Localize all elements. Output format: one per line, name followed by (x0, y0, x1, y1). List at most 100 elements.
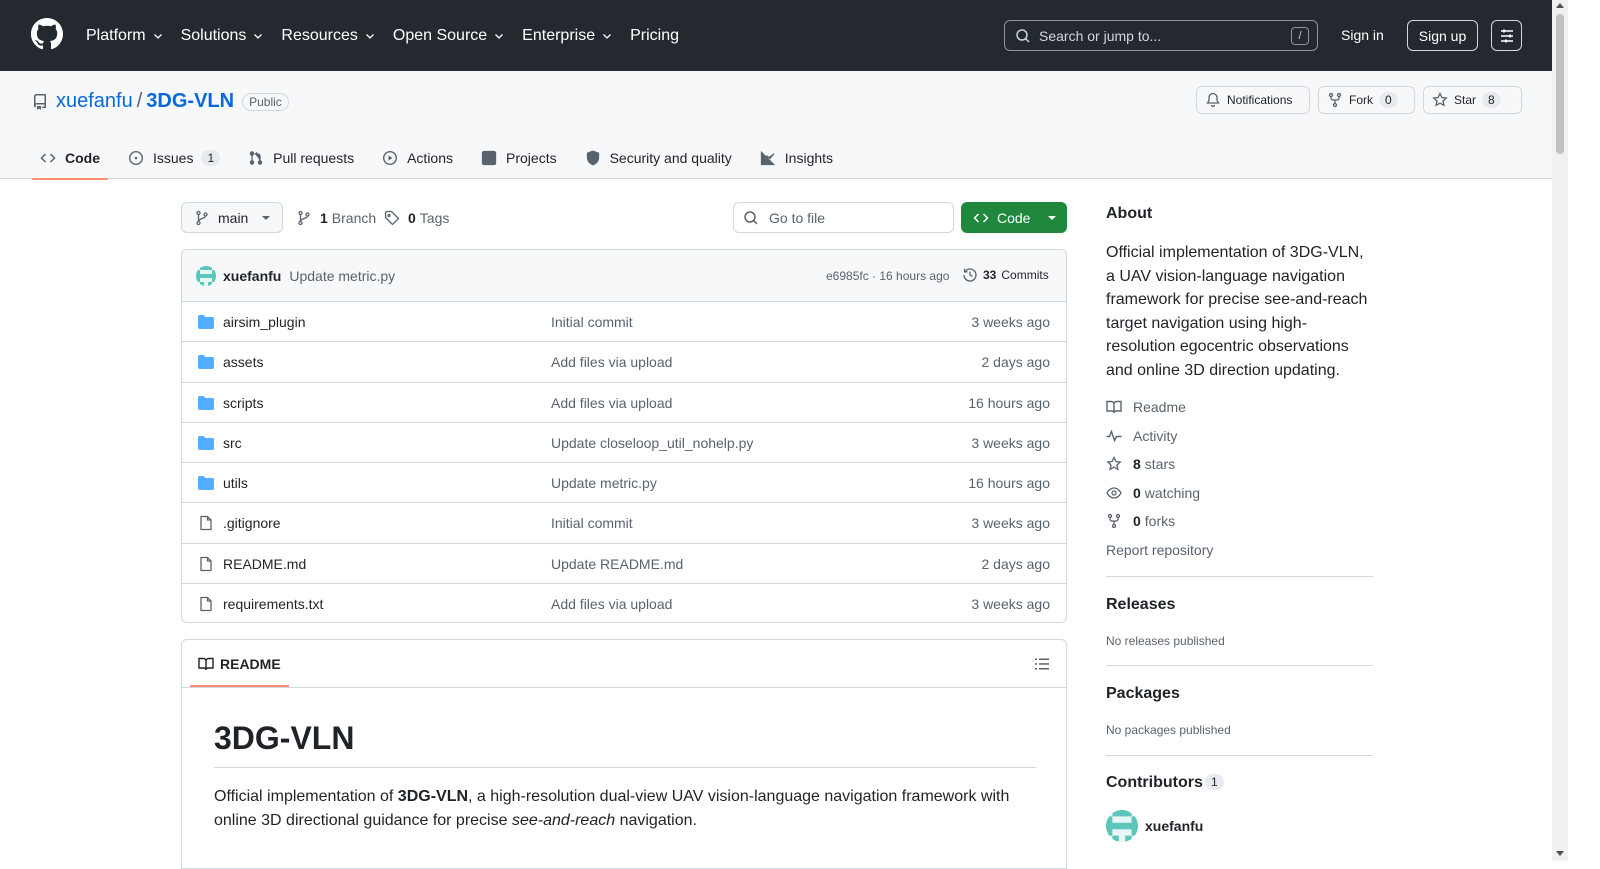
fork-button[interactable]: Fork 0 (1318, 86, 1415, 114)
tab-label: Projects (506, 150, 557, 166)
contributors-heading[interactable]: Contributors (1106, 774, 1203, 792)
tab-code[interactable]: Code (32, 137, 108, 180)
file-commit-message-link[interactable]: Initial commit (551, 314, 633, 330)
report-repository-link[interactable]: Report repository (1106, 542, 1213, 558)
nav-open-source[interactable]: Open Source (393, 27, 505, 45)
scroll-down-arrow-icon[interactable] (1556, 851, 1564, 856)
readme-link[interactable]: Readme (1106, 399, 1186, 415)
bell-icon (1206, 92, 1220, 108)
file-name-link[interactable]: airsim_plugin (223, 314, 305, 330)
watchers-link[interactable]: 0 watching (1106, 485, 1200, 501)
outline-list-icon[interactable] (1034, 656, 1050, 672)
file-row[interactable]: README.md Update README.md 2 days ago (182, 544, 1066, 585)
global-header: Platform Solutions Resources Open Source… (0, 0, 1552, 71)
repo-owner-link[interactable]: xuefanfu (56, 90, 133, 113)
notifications-button[interactable]: Notifications (1196, 86, 1310, 114)
file-commit-message-link[interactable]: Update closeloop_util_nohelp.py (551, 435, 753, 451)
file-name-link[interactable]: README.md (223, 556, 306, 572)
tags-link[interactable]: 0 Tags (384, 210, 449, 226)
file-row[interactable]: utils Update metric.py 16 hours ago (182, 463, 1066, 504)
releases-heading[interactable]: Releases (1106, 596, 1175, 614)
activity-link-label: Activity (1133, 428, 1178, 444)
avatar[interactable] (196, 265, 216, 286)
fork-icon (1328, 92, 1342, 108)
repo-path-separator: / (136, 90, 143, 112)
packages-heading[interactable]: Packages (1106, 685, 1180, 703)
file-row[interactable]: airsim_plugin Initial commit 3 weeks ago (182, 302, 1066, 343)
tag-icon (384, 210, 400, 226)
file-name-link[interactable]: scripts (223, 395, 263, 411)
branch-selector[interactable]: main (181, 202, 283, 233)
readme-intro: Official implementation of 3DG-VLN, a hi… (214, 785, 1036, 832)
file-name-link[interactable]: .gitignore (223, 515, 281, 531)
code-icon (40, 153, 56, 163)
go-to-file-placeholder: Go to file (769, 209, 826, 226)
play-icon (383, 150, 398, 166)
nav-resources[interactable]: Resources (281, 27, 375, 45)
page-scrollbar[interactable] (1552, 0, 1568, 861)
nav-platform[interactable]: Platform (86, 27, 164, 45)
github-logo-icon[interactable] (31, 18, 63, 50)
about-description: Official implementation of 3DG-VLN, a UA… (1106, 244, 1368, 379)
tab-security[interactable]: Security and quality (577, 137, 740, 179)
branches-link[interactable]: 1 Branch (296, 210, 376, 226)
readme-tab[interactable]: README (198, 656, 281, 672)
file-row[interactable]: requirements.txt Add files via upload 3 we… (182, 584, 1066, 622)
tab-actions[interactable]: Actions (374, 137, 461, 179)
repo-name-link[interactable]: 3DG-VLN (146, 90, 234, 113)
file-icon (198, 515, 214, 531)
tab-issues[interactable]: Issues 1 (120, 137, 228, 179)
tab-label: Insights (784, 150, 834, 166)
avatar (1106, 810, 1138, 842)
search-input[interactable]: Search or jump to... / (1004, 20, 1318, 51)
nav-enterprise[interactable]: Enterprise (522, 27, 613, 45)
scrollbar-thumb[interactable] (1556, 14, 1564, 154)
nav-label: Open Source (392, 26, 488, 44)
file-row[interactable]: assets Add files via upload 2 days ago (182, 342, 1066, 383)
file-name-link[interactable]: src (223, 435, 242, 451)
code-dropdown-button[interactable]: Code (961, 202, 1067, 233)
commit-message-link[interactable]: Update metric.py (289, 268, 395, 284)
code-icon (973, 212, 989, 223)
file-commit-message-link[interactable]: Add files via upload (551, 395, 672, 411)
file-name-link[interactable]: utils (223, 475, 248, 491)
file-row[interactable]: scripts Add files via upload 16 hours ago (182, 383, 1066, 423)
file-name-link[interactable]: requirements.txt (223, 596, 323, 612)
file-commit-message-link[interactable]: Initial commit (551, 515, 633, 531)
readme-tab-underline (190, 685, 289, 687)
file-name-link[interactable]: assets (223, 354, 263, 370)
file-commit-message-link[interactable]: Update README.md (551, 556, 683, 572)
contributor-item[interactable]: xuefanfu (1106, 810, 1203, 842)
caret-down-icon (262, 215, 271, 220)
forks-link[interactable]: 0 forks (1106, 513, 1175, 529)
file-commit-message-link[interactable]: Add files via upload (551, 596, 672, 612)
stars-label: stars (1144, 456, 1176, 472)
file-commit-message-link[interactable]: Update metric.py (551, 475, 657, 491)
tab-insights[interactable]: Insights (752, 137, 841, 179)
commit-hash-time[interactable]: e6985fc · 16 hours ago (826, 269, 949, 283)
branch-count-label: Branch (331, 210, 377, 226)
activity-link[interactable]: Activity (1106, 428, 1177, 444)
stars-link[interactable]: 8 stars (1106, 456, 1175, 472)
issue-icon (128, 150, 144, 166)
sign-up-button[interactable]: Sign up (1407, 20, 1478, 51)
branch-icon (298, 210, 310, 226)
tab-pull-requests[interactable]: Pull requests (240, 137, 362, 179)
file-row[interactable]: .gitignore Initial commit 3 weeks ago (182, 503, 1066, 544)
sign-in-link[interactable]: Sign in (1341, 27, 1384, 43)
star-icon (1106, 456, 1122, 471)
commit-author-link[interactable]: xuefanfu (223, 268, 281, 284)
search-icon (1016, 28, 1030, 43)
file-commit-message-link[interactable]: Add files via upload (551, 354, 672, 370)
nav-pricing[interactable]: Pricing (630, 27, 679, 45)
star-button[interactable]: Star 8 (1423, 86, 1522, 114)
eye-icon (1106, 487, 1122, 499)
go-to-file-input[interactable]: Go to file (733, 202, 954, 233)
file-row[interactable]: src Update closeloop_util_nohelp.py 3 week… (182, 423, 1066, 464)
nav-solutions[interactable]: Solutions (181, 27, 265, 45)
tab-projects[interactable]: Projects (473, 137, 565, 179)
scroll-up-arrow-icon[interactable] (1556, 3, 1564, 8)
file-commit-age: 2 days ago (981, 354, 1051, 371)
commits-history-link[interactable]: 33 Commits (962, 267, 1049, 283)
appearance-settings-button[interactable] (1491, 20, 1522, 51)
